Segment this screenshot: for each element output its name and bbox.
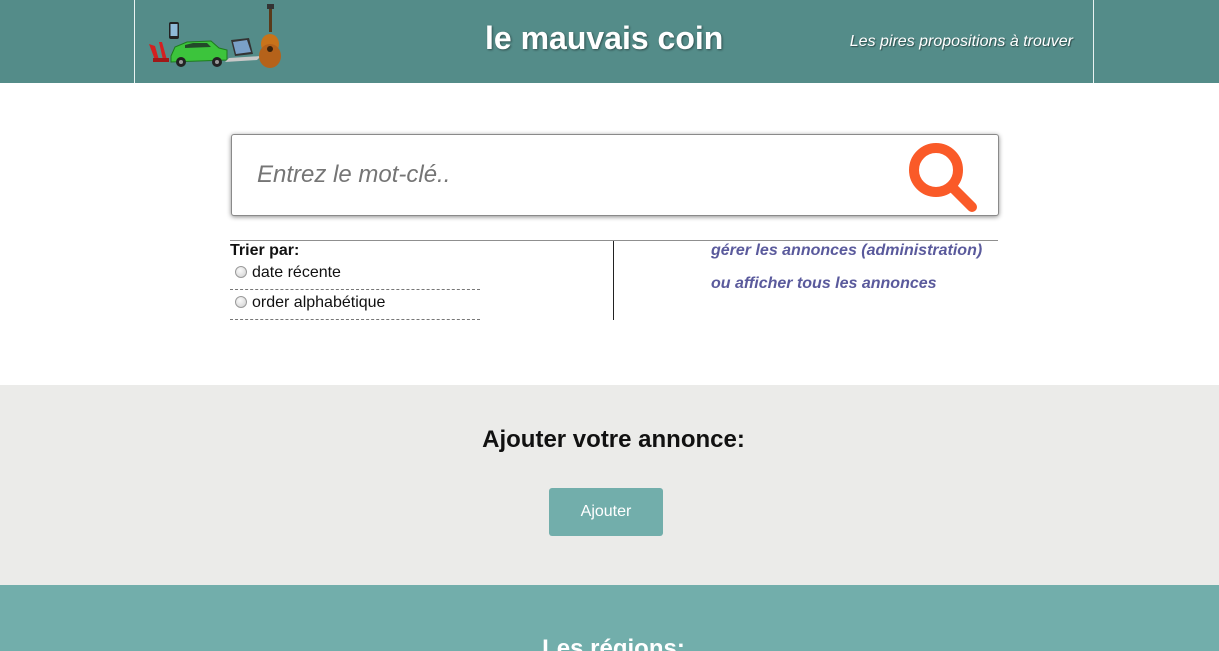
sort-option-label: order alphabétique: [252, 294, 386, 311]
radio-alphabetical[interactable]: [235, 296, 247, 308]
site-title[interactable]: le mauvais coin: [485, 20, 723, 57]
car-icon: [170, 40, 228, 67]
sort-option-alphabetical[interactable]: order alphabétique: [230, 291, 480, 320]
radio-date[interactable]: [235, 266, 247, 278]
add-button[interactable]: Ajouter: [549, 488, 663, 536]
search-input[interactable]: [232, 135, 892, 215]
logo-illustration: [149, 4, 281, 68]
add-section-title: Ajouter votre annonce:: [482, 426, 745, 453]
search-icon: [909, 143, 977, 212]
sort-option-date[interactable]: date récente: [230, 261, 480, 290]
show-all-link[interactable]: ou afficher tous les annonces: [711, 275, 937, 293]
search-button[interactable]: [906, 141, 980, 213]
laptop-icon: [225, 38, 261, 62]
tool-icon: [149, 42, 169, 62]
header-inner: le mauvais coin Les pires propositions à…: [134, 0, 1094, 83]
site-tagline: Les pires propositions à trouver: [849, 33, 1073, 50]
sort-title: Trier par:: [230, 242, 300, 259]
regions-title: Les régions:: [542, 635, 685, 651]
site-logo[interactable]: [145, 4, 287, 74]
add-section: Ajouter votre annonce: Ajouter: [0, 385, 1219, 585]
admin-link[interactable]: gérer les annonces (administration): [711, 242, 982, 260]
sort-option-label: date récente: [252, 264, 341, 281]
regions-section: Les régions:: [0, 585, 1219, 651]
site-header: le mauvais coin Les pires propositions à…: [0, 0, 1219, 83]
phone-icon: [169, 22, 179, 39]
guitar-icon: [259, 4, 281, 68]
search-box: [231, 134, 999, 216]
vertical-divider: [613, 241, 614, 320]
horizontal-divider: [230, 240, 998, 241]
